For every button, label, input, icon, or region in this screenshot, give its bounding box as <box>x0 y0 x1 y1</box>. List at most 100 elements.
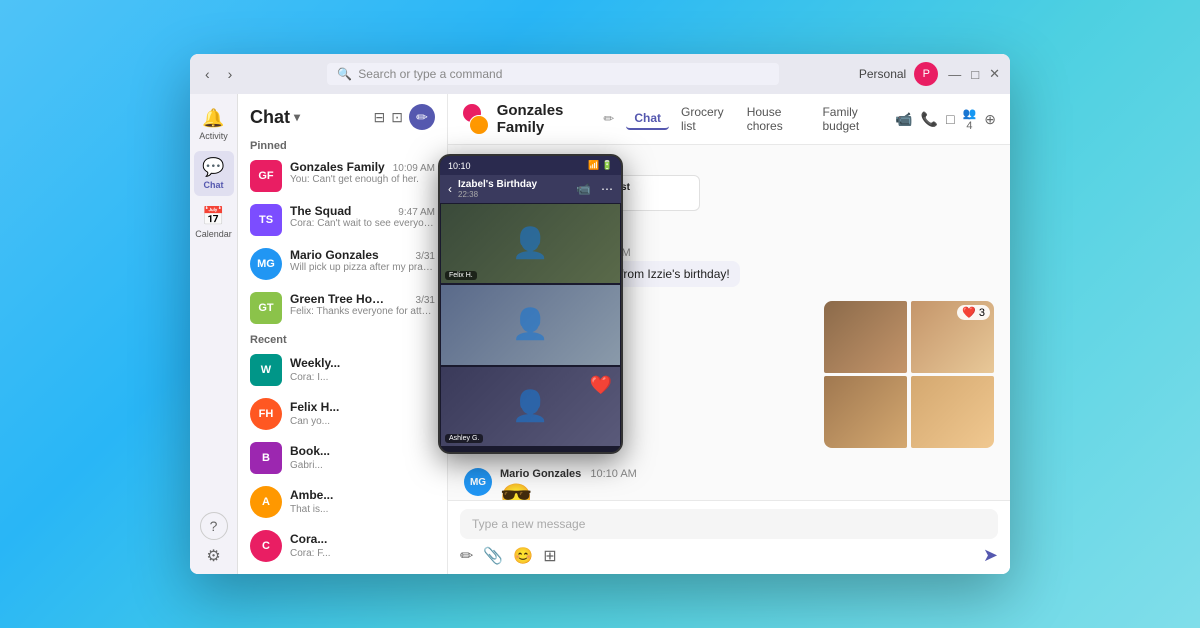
tab-chat[interactable]: Chat <box>626 108 669 130</box>
chat-preview: Cora: I... <box>290 372 435 383</box>
chat-name: The Squad <box>290 204 351 218</box>
chat-item-content: Weekly... Cora: I... <box>290 354 435 383</box>
chat-item-content: Ambe... That is... <box>290 486 435 515</box>
edit-group-icon[interactable]: ✏ <box>603 111 614 127</box>
chat-item-content: Felix H... Can yo... <box>290 398 435 427</box>
chat-input-box[interactable]: Type a new message <box>460 509 998 539</box>
chat-list-actions: ⊟ ⊡ ✏ <box>374 104 435 130</box>
nav-sidebar: 🔔 Activity 💬 Chat 📅 Calendar ? ⚙ <box>190 94 238 574</box>
help-button[interactable]: ? <box>200 512 228 540</box>
compose-button[interactable]: ✏ <box>409 104 435 130</box>
chat-preview: You: Can't get enough of her. <box>290 174 435 185</box>
chat-item-pta[interactable]: GT Green Tree House PTA 3/31 Felix: Than… <box>238 286 447 330</box>
chevron-down-icon: ▾ <box>294 110 300 124</box>
input-placeholder: Type a new message <box>472 517 585 531</box>
back-button[interactable]: ‹ <box>200 64 215 84</box>
mobile-time: 10:10 <box>448 161 471 171</box>
maximize-button[interactable]: □ <box>971 66 979 82</box>
popout-button[interactable]: □ <box>946 111 954 127</box>
send-button[interactable]: ➤ <box>983 545 998 566</box>
chat-nav-icon: 💬 <box>202 157 224 178</box>
chat-item-felix[interactable]: FH Felix H... Can yo... <box>238 392 447 436</box>
forward-button[interactable]: › <box>223 64 238 84</box>
chat-item-content: Green Tree House PTA 3/31 Felix: Thanks … <box>290 292 435 317</box>
mobile-participant-name: Ashley G. <box>445 434 483 443</box>
more-button[interactable]: ⊡ <box>391 109 403 126</box>
profile-label: Personal <box>859 67 906 81</box>
chat-input-area: Type a new message ✏ 📎 😊 ⊞ ➤ <box>448 500 1010 574</box>
message-avatar: MG <box>464 468 492 496</box>
chat-item-mario[interactable]: MG Mario Gonzales 3/31 Will pick up pizz… <box>238 242 447 286</box>
chat-item-gonzales-family[interactable]: GF Gonzales Family 10:09 AM You: Can't g… <box>238 154 447 198</box>
sidebar-item-calendar[interactable]: 📅 Calendar <box>194 200 234 245</box>
titlebar: ‹ › 🔍 Search or type a command Personal … <box>190 54 1010 94</box>
group-avatar <box>462 103 489 135</box>
chat-preview: That is... <box>290 504 435 515</box>
person-icon: 👤 <box>512 389 549 424</box>
chat-item-amber[interactable]: A Ambe... That is... <box>238 480 447 524</box>
add-tab-button[interactable]: ⊕ <box>984 111 996 128</box>
settings-button[interactable]: ⚙ <box>206 546 220 566</box>
window-controls: — □ ✕ <box>948 66 1000 82</box>
chat-item-content: Gonzales Family 10:09 AM You: Can't get … <box>290 160 435 185</box>
activity-label: Activity <box>199 131 228 141</box>
chat-header-actions: 📹 📞 □ 👥 4 ⊕ <box>895 107 996 132</box>
sidebar-item-activity[interactable]: 🔔 Activity <box>194 102 234 147</box>
sidebar-item-chat[interactable]: 💬 Chat <box>194 151 234 196</box>
calendar-label: Calendar <box>195 229 232 239</box>
chat-list-title: Chat ▾ <box>250 107 300 128</box>
emoji-icon[interactable]: 😊 <box>513 546 533 566</box>
audio-call-button[interactable]: 📞 <box>921 111 938 128</box>
message-meta: Mario Gonzales 10:10 AM <box>500 468 994 480</box>
chat-name: Gonzales Family <box>290 160 385 174</box>
chat-toolbar: ✏ 📎 😊 ⊞ ➤ <box>460 545 998 566</box>
attach-icon[interactable]: 📎 <box>483 546 503 566</box>
chat-time: 3/31 <box>416 295 435 306</box>
tab-budget[interactable]: Family budget <box>814 102 887 136</box>
avatar: B <box>250 442 282 474</box>
search-bar[interactable]: 🔍 Search or type a command <box>327 63 779 85</box>
avatar: C <box>250 530 282 562</box>
tab-chores[interactable]: House chores <box>739 102 811 136</box>
chat-nav-label: Chat <box>204 180 224 190</box>
app-window: ‹ › 🔍 Search or type a command Personal … <box>190 54 1010 574</box>
nav-controls: ‹ › <box>200 64 237 84</box>
photo-1 <box>824 301 907 373</box>
chat-item-content: Book... Gabri... <box>290 442 435 471</box>
mobile-video-icon[interactable]: 📹 <box>576 182 591 196</box>
titlebar-right: Personal P <box>859 62 938 86</box>
mobile-more-icon[interactable]: ⋯ <box>601 182 613 196</box>
chat-item-weekly[interactable]: W Weekly... Cora: I... <box>238 348 447 392</box>
tab-grocery[interactable]: Grocery list <box>673 102 735 136</box>
mobile-chat-time: 22:38 <box>458 190 570 199</box>
message-content: Mario Gonzales 10:10 AM 😎 <box>500 468 994 500</box>
mobile-status-bar: 10:10 📶 🔋 <box>440 156 621 175</box>
person-icon: 👤 <box>512 226 549 261</box>
chat-name: Felix H... <box>290 400 339 414</box>
photo-4 <box>911 376 994 448</box>
pinned-label: Pinned <box>238 136 447 154</box>
filter-button[interactable]: ⊟ <box>374 109 386 126</box>
more-options-icon[interactable]: ⊞ <box>543 546 556 566</box>
mobile-status-icons: 📶 🔋 <box>588 160 613 171</box>
avatar[interactable]: P <box>914 62 938 86</box>
person-icon: 👤 <box>512 307 549 342</box>
format-icon[interactable]: ✏ <box>460 546 473 566</box>
chat-preview: Cora: Can't wait to see everyone! <box>290 218 435 229</box>
chat-item-gabri[interactable]: G Gabri... You: Sa... <box>238 568 447 574</box>
minimize-button[interactable]: — <box>948 66 961 82</box>
chat-item-squad[interactable]: TS The Squad 9:47 AM Cora: Can't wait to… <box>238 198 447 242</box>
members-button[interactable]: 👥 4 <box>963 107 977 132</box>
calendar-icon: 📅 <box>202 206 224 227</box>
message-group: MG Mario Gonzales 10:10 AM 😎 <box>464 468 994 500</box>
mobile-chat-header: ‹ Izabel's Birthday 22:38 📹 ⋯ <box>440 175 621 203</box>
close-button[interactable]: ✕ <box>989 66 1000 82</box>
chat-item-book[interactable]: B Book... Gabri... <box>238 436 447 480</box>
chat-preview: Will pick up pizza after my practice. <box>290 262 435 273</box>
emoji-message: 😎 <box>500 482 994 500</box>
video-call-button[interactable]: 📹 <box>895 111 912 128</box>
mobile-back-button[interactable]: ‹ <box>448 182 452 196</box>
activity-icon: 🔔 <box>202 108 224 129</box>
chat-item-cora[interactable]: C Cora... Cora: F... <box>238 524 447 568</box>
chat-name: Mario Gonzales <box>290 248 379 262</box>
